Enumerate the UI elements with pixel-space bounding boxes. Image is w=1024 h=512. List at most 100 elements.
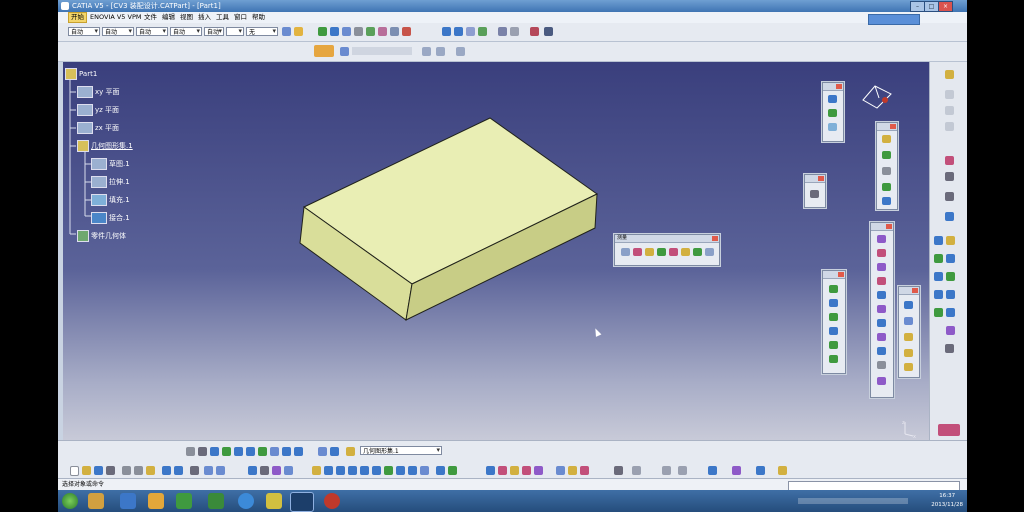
tool-icon[interactable] <box>877 319 886 327</box>
system-clock[interactable]: 16:37 2013/11/28 <box>931 492 963 510</box>
tool-icon-8[interactable] <box>705 248 714 256</box>
vertical-palette-5[interactable] <box>822 270 846 374</box>
brush-icon[interactable] <box>282 27 291 36</box>
app-icon[interactable] <box>208 493 224 509</box>
tool-icon[interactable] <box>810 190 819 198</box>
tool-icon[interactable] <box>486 466 495 475</box>
measure-icon[interactable] <box>204 466 213 475</box>
print-icon[interactable] <box>510 27 519 36</box>
swap-icon[interactable] <box>390 27 399 36</box>
3d-viewport[interactable]: z x Part1 xy 平面 yz 平面 zx 平面 几何图形集.1 草图.1… <box>63 62 929 440</box>
tree-item-xy-plane[interactable]: xy 平面 <box>77 86 120 98</box>
redo-icon[interactable] <box>454 27 463 36</box>
catia-taskbar-icon[interactable] <box>290 492 314 512</box>
cube-icon[interactable] <box>198 447 207 456</box>
tool-icon[interactable] <box>904 301 913 309</box>
open-icon[interactable] <box>82 466 91 475</box>
measure-icon[interactable] <box>498 27 507 36</box>
paste-icon[interactable] <box>146 466 155 475</box>
tool-icon[interactable] <box>662 466 671 475</box>
tool-icon[interactable] <box>568 466 577 475</box>
geometric-set-selector[interactable]: 几何图形集.1 <box>360 446 442 455</box>
zoom-out-icon[interactable] <box>354 27 363 36</box>
tool-icon[interactable] <box>828 95 837 103</box>
options-icon[interactable] <box>294 447 303 456</box>
tool-icon[interactable] <box>498 466 507 475</box>
tool-icon[interactable] <box>882 167 891 175</box>
compass-icon[interactable] <box>862 85 892 109</box>
tree-item-geometric-set[interactable]: 几何图形集.1 <box>77 140 133 152</box>
lock-icon[interactable] <box>436 47 445 56</box>
circle-icon[interactable] <box>946 272 955 281</box>
zoom-out-icon[interactable] <box>372 466 381 475</box>
graphic-prop-combo-1[interactable]: 自动 <box>68 27 100 36</box>
table-icon[interactable] <box>248 466 257 475</box>
close-icon[interactable] <box>912 288 918 293</box>
save-icon[interactable] <box>94 466 103 475</box>
zoom-in-icon[interactable] <box>342 27 351 36</box>
vertical-palette-2[interactable] <box>876 122 898 210</box>
undo-icon[interactable] <box>162 466 171 475</box>
rotate-icon[interactable] <box>330 27 339 36</box>
spiral-icon[interactable] <box>946 326 955 335</box>
shading-icon[interactable] <box>478 27 487 36</box>
tool-icon[interactable] <box>614 466 623 475</box>
tool-icon-1[interactable] <box>621 248 630 256</box>
close-icon[interactable] <box>890 124 896 129</box>
circle-icon[interactable] <box>934 272 943 281</box>
tool-icon[interactable] <box>829 313 838 321</box>
tree-item-fill[interactable]: 填充.1 <box>91 194 130 206</box>
tool-icon[interactable] <box>877 235 886 243</box>
tree-item-zx-plane[interactable]: zx 平面 <box>77 122 119 134</box>
tools-icon[interactable] <box>258 447 267 456</box>
tree-root[interactable]: Part1 <box>65 68 97 80</box>
menu-help[interactable]: 帮助 <box>250 12 267 23</box>
curve-icon[interactable] <box>946 236 955 245</box>
tool-icon[interactable] <box>829 355 838 363</box>
spline-icon[interactable] <box>934 254 943 263</box>
tool-icon-5[interactable] <box>669 248 678 256</box>
browser-icon[interactable] <box>238 493 254 509</box>
tool-icon[interactable] <box>534 466 543 475</box>
folder-icon[interactable] <box>422 47 431 56</box>
measure-icon[interactable] <box>216 466 225 475</box>
layer-icon[interactable] <box>234 447 243 456</box>
tool-icon[interactable] <box>877 305 886 313</box>
refresh-icon[interactable] <box>456 47 465 56</box>
vertical-palette-4[interactable] <box>870 222 894 398</box>
swap-icon[interactable] <box>448 466 457 475</box>
tree-item-yz-plane[interactable]: yz 平面 <box>77 104 119 116</box>
tool-icon[interactable] <box>828 123 837 131</box>
tool-icon[interactable] <box>882 135 891 143</box>
tool-icon[interactable] <box>522 466 531 475</box>
tool-icon[interactable] <box>877 291 886 299</box>
normal-view-icon[interactable] <box>366 27 375 36</box>
graphic-prop-combo-4[interactable]: 自动 <box>170 27 202 36</box>
menu-enovia[interactable]: ENOVIA V5 VPM <box>88 12 143 23</box>
tool-icon[interactable] <box>732 466 741 475</box>
set-icon[interactable] <box>346 447 355 456</box>
tool-icon-3[interactable] <box>645 248 654 256</box>
tree-item-extrude[interactable]: 拉伸.1 <box>91 176 130 188</box>
restore-icon[interactable]: □ <box>924 1 939 12</box>
axis-icon[interactable] <box>210 447 219 456</box>
redo-icon[interactable] <box>174 466 183 475</box>
solid-block[interactable] <box>299 117 598 321</box>
menu-file[interactable]: 文件 <box>142 12 159 23</box>
vertical-palette-1[interactable] <box>822 82 844 142</box>
line-icon[interactable] <box>945 172 954 181</box>
search-icon[interactable] <box>270 447 279 456</box>
graphic-prop-combo-2[interactable]: 自动 <box>102 27 134 36</box>
close-icon[interactable] <box>886 224 892 229</box>
menu-insert[interactable]: 插入 <box>196 12 213 23</box>
copy-icon[interactable] <box>134 466 143 475</box>
graphic-prop-combo-3[interactable]: 自动 <box>136 27 168 36</box>
view-icon[interactable] <box>408 466 417 475</box>
tool-icon[interactable] <box>877 347 886 355</box>
tool-icon[interactable] <box>829 327 838 335</box>
product-icon[interactable] <box>340 47 349 56</box>
tool-icon-6[interactable] <box>681 248 690 256</box>
tool-icon[interactable] <box>882 183 891 191</box>
undo-icon[interactable] <box>442 27 451 36</box>
tool-icon[interactable] <box>877 263 886 271</box>
